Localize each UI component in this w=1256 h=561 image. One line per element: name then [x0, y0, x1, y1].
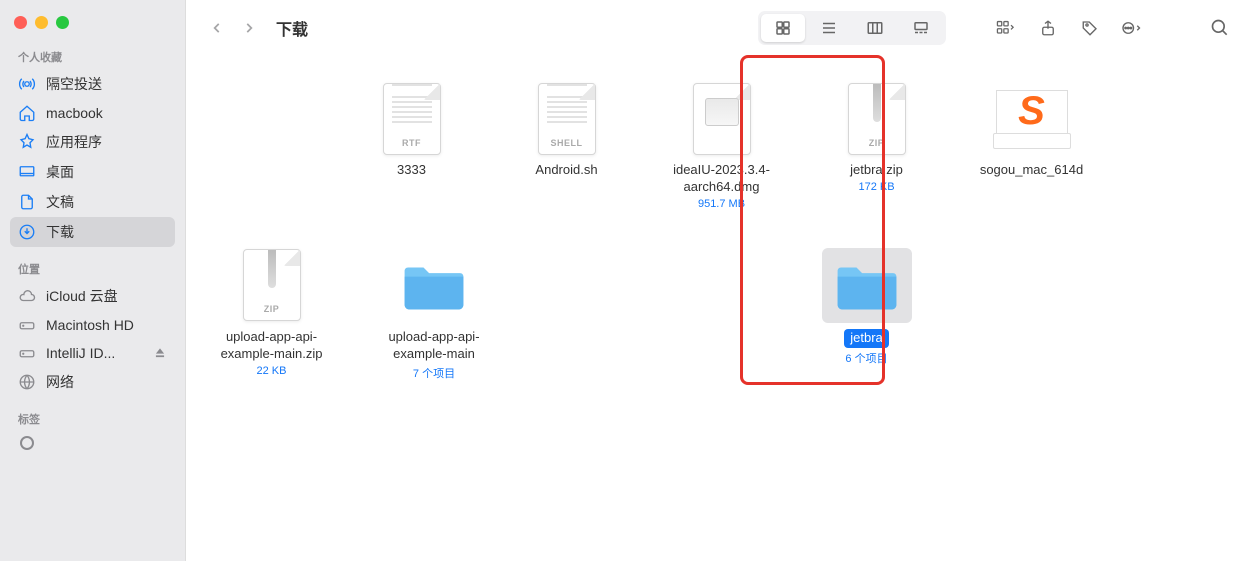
folder-icon	[397, 248, 472, 323]
fullscreen-window-button[interactable]	[56, 16, 69, 29]
folder-title: 下载	[276, 16, 308, 40]
file-grid: RTF 3333 SHELL Android.sh ideaIU-2023.3.…	[186, 55, 1256, 561]
window-controls	[10, 10, 175, 43]
hdd-icon	[18, 316, 36, 334]
sidebar-item-intellij[interactable]: IntelliJ ID...	[10, 339, 175, 367]
globe-icon	[18, 373, 36, 391]
file-name: Android.sh	[535, 162, 597, 179]
airdrop-icon	[18, 75, 36, 93]
cloud-icon	[18, 287, 36, 305]
apps-icon	[18, 133, 36, 151]
file-item-selected[interactable]: jetbra 6 个项目	[789, 242, 944, 393]
file-item[interactable]: upload-app-api-example-main 7 个项目	[349, 242, 519, 393]
house-icon	[18, 104, 36, 122]
back-button[interactable]	[204, 13, 230, 43]
file-item[interactable]: S sogou_mac_614d	[954, 75, 1109, 222]
tag-button[interactable]	[1072, 13, 1108, 43]
sidebar-item-tag[interactable]	[10, 431, 175, 455]
eject-icon[interactable]	[153, 346, 167, 360]
file-name: 3333	[397, 162, 426, 179]
sidebar-item-applications[interactable]: 应用程序	[10, 127, 175, 157]
hdd-icon	[18, 344, 36, 362]
sidebar-item-label: IntelliJ ID...	[46, 345, 143, 361]
file-item[interactable]: ZIP jetbra.zip 172 KB	[799, 75, 954, 222]
sidebar-item-downloads[interactable]: 下载	[10, 217, 175, 247]
sidebar-item-label: Macintosh HD	[46, 317, 167, 333]
file-meta: 951.7 MB	[698, 198, 745, 210]
file-meta: 7 个项目	[413, 365, 455, 381]
sidebar-item-label: 文稿	[46, 192, 167, 212]
file-name: jetbra.zip	[850, 162, 903, 179]
more-button[interactable]	[1114, 13, 1150, 43]
download-icon	[18, 223, 36, 241]
folder-icon	[822, 248, 912, 323]
shell-icon: SHELL	[529, 81, 604, 156]
file-name: upload-app-api-example-main	[364, 329, 504, 363]
sidebar-item-label: macbook	[46, 105, 167, 121]
sidebar: 个人收藏 隔空投送 macbook 应用程序 桌面	[0, 0, 186, 561]
file-meta: 6 个项目	[845, 350, 887, 366]
locations-header: 位置	[10, 255, 175, 281]
doc-icon	[18, 193, 36, 211]
forward-button[interactable]	[236, 13, 262, 43]
sidebar-item-network[interactable]: 网络	[10, 367, 175, 397]
sidebar-item-label: 下载	[46, 222, 167, 242]
view-list-button[interactable]	[807, 14, 851, 42]
main: 下载	[186, 0, 1256, 561]
rtf-icon: RTF	[374, 81, 449, 156]
sidebar-item-label: 隔空投送	[46, 74, 167, 94]
file-meta: 172 KB	[858, 181, 894, 193]
view-switcher	[758, 11, 946, 45]
sidebar-item-airdrop[interactable]: 隔空投送	[10, 69, 175, 99]
file-item[interactable]: SHELL Android.sh	[489, 75, 644, 222]
view-column-button[interactable]	[853, 14, 897, 42]
file-item[interactable]: RTF 3333	[334, 75, 489, 222]
file-name: ideaIU-2023.3.4-aarch64.dmg	[652, 162, 792, 196]
sidebar-item-label: 桌面	[46, 162, 167, 182]
search-button[interactable]	[1202, 13, 1238, 43]
file-meta: 22 KB	[257, 365, 287, 377]
share-button[interactable]	[1030, 13, 1066, 43]
file-item[interactable]: ZIP upload-app-api-example-main.zip 22 K…	[194, 242, 349, 393]
installer-icon: S	[994, 81, 1069, 156]
tag-color-icon	[20, 436, 34, 450]
toolbar: 下载	[186, 0, 1256, 55]
sidebar-item-label: 网络	[46, 372, 167, 392]
sidebar-item-label: iCloud 云盘	[46, 286, 167, 306]
sidebar-item-home[interactable]: macbook	[10, 99, 175, 127]
sidebar-item-label: 应用程序	[46, 132, 167, 152]
dmg-icon	[684, 81, 759, 156]
file-name: upload-app-api-example-main.zip	[202, 329, 342, 363]
minimize-window-button[interactable]	[35, 16, 48, 29]
tags-header: 标签	[10, 405, 175, 431]
group-button[interactable]	[988, 13, 1024, 43]
sidebar-item-documents[interactable]: 文稿	[10, 187, 175, 217]
view-icon-button[interactable]	[761, 14, 805, 42]
file-item[interactable]: ideaIU-2023.3.4-aarch64.dmg 951.7 MB	[644, 75, 799, 222]
file-name: jetbra	[844, 329, 889, 348]
close-window-button[interactable]	[14, 16, 27, 29]
view-gallery-button[interactable]	[899, 14, 943, 42]
sidebar-item-icloud[interactable]: iCloud 云盘	[10, 281, 175, 311]
zip-icon: ZIP	[839, 81, 914, 156]
desktop-icon	[18, 163, 36, 181]
zip-icon: ZIP	[234, 248, 309, 323]
file-name: sogou_mac_614d	[980, 162, 1083, 179]
sidebar-item-macintosh-hd[interactable]: Macintosh HD	[10, 311, 175, 339]
sidebar-item-desktop[interactable]: 桌面	[10, 157, 175, 187]
favorites-header: 个人收藏	[10, 43, 175, 69]
